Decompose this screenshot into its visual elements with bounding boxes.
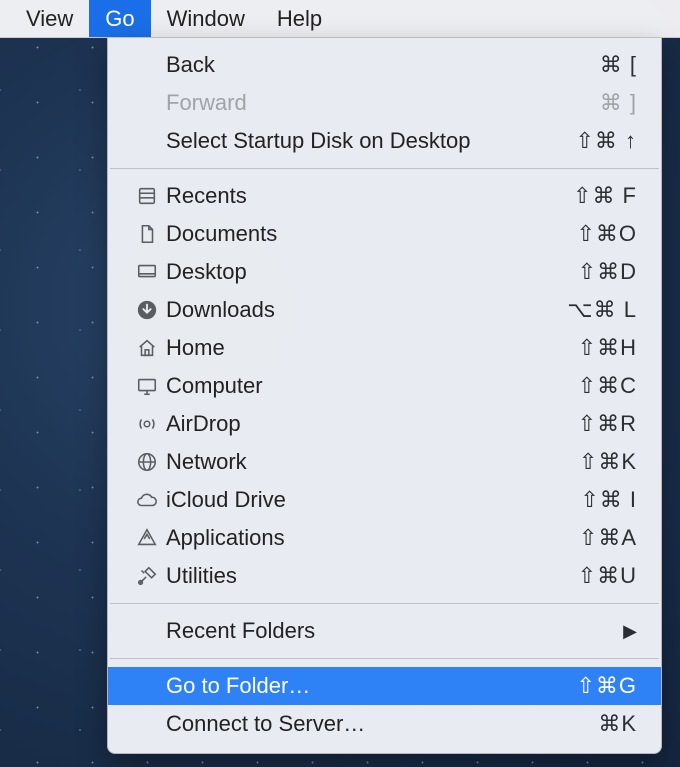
menu-separator: [110, 603, 659, 604]
menu-computer-label: Computer: [166, 373, 547, 399]
home-icon: [136, 337, 166, 359]
menu-desktop[interactable]: Desktop ⇧⌘D: [108, 253, 661, 291]
menu-connect-server-label: Connect to Server…: [166, 711, 547, 737]
menubar-help[interactable]: Help: [261, 0, 338, 37]
menu-documents-label: Documents: [166, 221, 547, 247]
menu-utilities[interactable]: Utilities ⇧⌘U: [108, 557, 661, 595]
icloud-icon: [136, 489, 166, 511]
menu-desktop-shortcut: ⇧⌘D: [547, 259, 637, 285]
menu-forward-shortcut: ⌘ ]: [547, 90, 637, 116]
menu-separator: [110, 658, 659, 659]
menu-back[interactable]: Back ⌘ [: [108, 46, 661, 84]
menu-startup-disk[interactable]: Select Startup Disk on Desktop ⇧⌘ ↑: [108, 122, 661, 160]
menu-forward-label: Forward: [166, 90, 547, 116]
menu-network[interactable]: Network ⇧⌘K: [108, 443, 661, 481]
menu-network-shortcut: ⇧⌘K: [547, 449, 637, 475]
menu-forward: Forward ⌘ ]: [108, 84, 661, 122]
menu-recents-label: Recents: [166, 183, 547, 209]
menu-go-to-folder-shortcut: ⇧⌘G: [547, 673, 637, 699]
menu-applications-label: Applications: [166, 525, 547, 551]
menu-recents-shortcut: ⇧⌘ F: [547, 183, 637, 209]
menu-icloud-shortcut: ⇧⌘ I: [547, 487, 637, 513]
menu-downloads[interactable]: Downloads ⌥⌘ L: [108, 291, 661, 329]
menu-home-label: Home: [166, 335, 547, 361]
menu-icloud[interactable]: iCloud Drive ⇧⌘ I: [108, 481, 661, 519]
menu-downloads-shortcut: ⌥⌘ L: [547, 297, 637, 323]
airdrop-icon: [136, 413, 166, 435]
menu-desktop-label: Desktop: [166, 259, 547, 285]
menu-back-label: Back: [166, 52, 547, 78]
menu-utilities-shortcut: ⇧⌘U: [547, 563, 637, 589]
menu-go-to-folder[interactable]: Go to Folder… ⇧⌘G: [108, 667, 661, 705]
menu-airdrop-shortcut: ⇧⌘R: [547, 411, 637, 437]
menu-documents-shortcut: ⇧⌘O: [547, 221, 637, 247]
menu-recents[interactable]: Recents ⇧⌘ F: [108, 177, 661, 215]
menu-home[interactable]: Home ⇧⌘H: [108, 329, 661, 367]
document-icon: [136, 223, 166, 245]
menubar: View Go Window Help: [0, 0, 680, 38]
menu-applications[interactable]: Applications ⇧⌘A: [108, 519, 661, 557]
applications-icon: [136, 527, 166, 549]
menu-icloud-label: iCloud Drive: [166, 487, 547, 513]
menu-downloads-label: Downloads: [166, 297, 547, 323]
menu-applications-shortcut: ⇧⌘A: [547, 525, 637, 551]
network-icon: [136, 451, 166, 473]
menu-computer-shortcut: ⇧⌘C: [547, 373, 637, 399]
menubar-window[interactable]: Window: [151, 0, 261, 37]
downloads-icon: [136, 299, 166, 321]
menu-connect-server-shortcut: ⌘K: [547, 711, 637, 737]
go-menu-dropdown: Back ⌘ [ Forward ⌘ ] Select Startup Disk…: [107, 38, 662, 754]
menu-go-to-folder-label: Go to Folder…: [166, 673, 547, 699]
menubar-go[interactable]: Go: [89, 0, 150, 37]
computer-icon: [136, 375, 166, 397]
menu-recent-folders[interactable]: Recent Folders ▶: [108, 612, 661, 650]
menu-startup-disk-shortcut: ⇧⌘ ↑: [547, 128, 637, 154]
menu-utilities-label: Utilities: [166, 563, 547, 589]
menu-computer[interactable]: Computer ⇧⌘C: [108, 367, 661, 405]
menu-airdrop[interactable]: AirDrop ⇧⌘R: [108, 405, 661, 443]
menubar-view[interactable]: View: [10, 0, 89, 37]
desktop-icon: [136, 261, 166, 283]
menu-recent-folders-label: Recent Folders: [166, 618, 623, 644]
menu-separator: [110, 168, 659, 169]
menu-startup-disk-label: Select Startup Disk on Desktop: [166, 128, 547, 154]
utilities-icon: [136, 565, 166, 587]
submenu-arrow-icon: ▶: [623, 621, 637, 642]
menu-home-shortcut: ⇧⌘H: [547, 335, 637, 361]
menu-back-shortcut: ⌘ [: [547, 52, 637, 78]
menu-network-label: Network: [166, 449, 547, 475]
menu-airdrop-label: AirDrop: [166, 411, 547, 437]
menu-connect-server[interactable]: Connect to Server… ⌘K: [108, 705, 661, 743]
menu-documents[interactable]: Documents ⇧⌘O: [108, 215, 661, 253]
recents-icon: [136, 185, 166, 207]
